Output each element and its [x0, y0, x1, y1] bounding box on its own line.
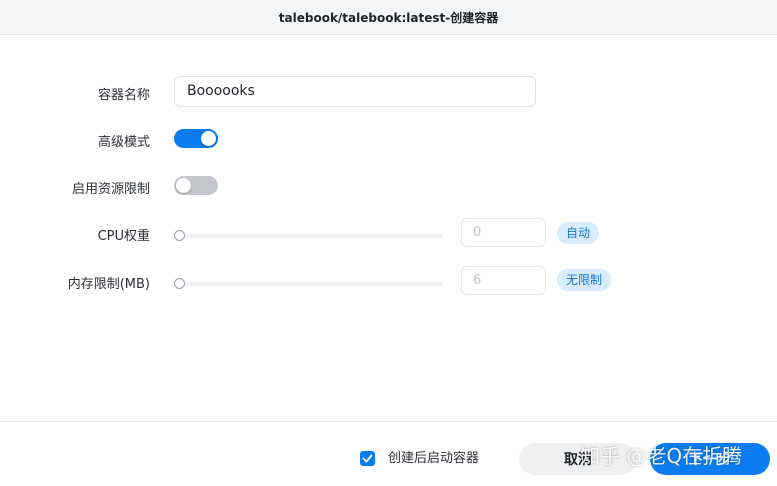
toggle-knob [176, 178, 191, 193]
memory-limit-label: 内存限制(MB) [67, 277, 150, 292]
toggle-knob [201, 131, 216, 146]
start-after-create-label: 创建后启动容器 [388, 451, 480, 466]
advanced-mode-label: 高级模式 [97, 135, 150, 150]
advanced-mode-toggle[interactable] [174, 129, 218, 148]
cpu-weight-slider-track[interactable] [180, 234, 443, 238]
checkmark-icon [362, 454, 373, 463]
memory-limit-slider-thumb[interactable] [174, 278, 185, 289]
container-name-label: 容器名称 [97, 88, 150, 103]
cpu-weight-auto-tag: 自动 [557, 222, 600, 244]
watermark: 知乎 @老Q在折腾 [580, 444, 743, 468]
container-name-input[interactable]: Boooooks [174, 76, 536, 107]
start-after-create-checkbox[interactable] [360, 451, 375, 466]
cpu-weight-label: CPU权重 [97, 229, 150, 244]
cpu-weight-input[interactable]: 0 [461, 218, 546, 247]
resource-limit-toggle[interactable] [174, 176, 218, 195]
memory-unlimited-tag: 无限制 [557, 269, 612, 291]
memory-limit-input[interactable]: 6 [461, 266, 546, 295]
resource-limit-label: 启用资源限制 [71, 182, 150, 197]
memory-limit-slider-track[interactable] [180, 282, 443, 286]
cpu-weight-slider-thumb[interactable] [174, 230, 185, 241]
window-title: talebook/talebook:latest-创建容器 [0, 0, 777, 35]
